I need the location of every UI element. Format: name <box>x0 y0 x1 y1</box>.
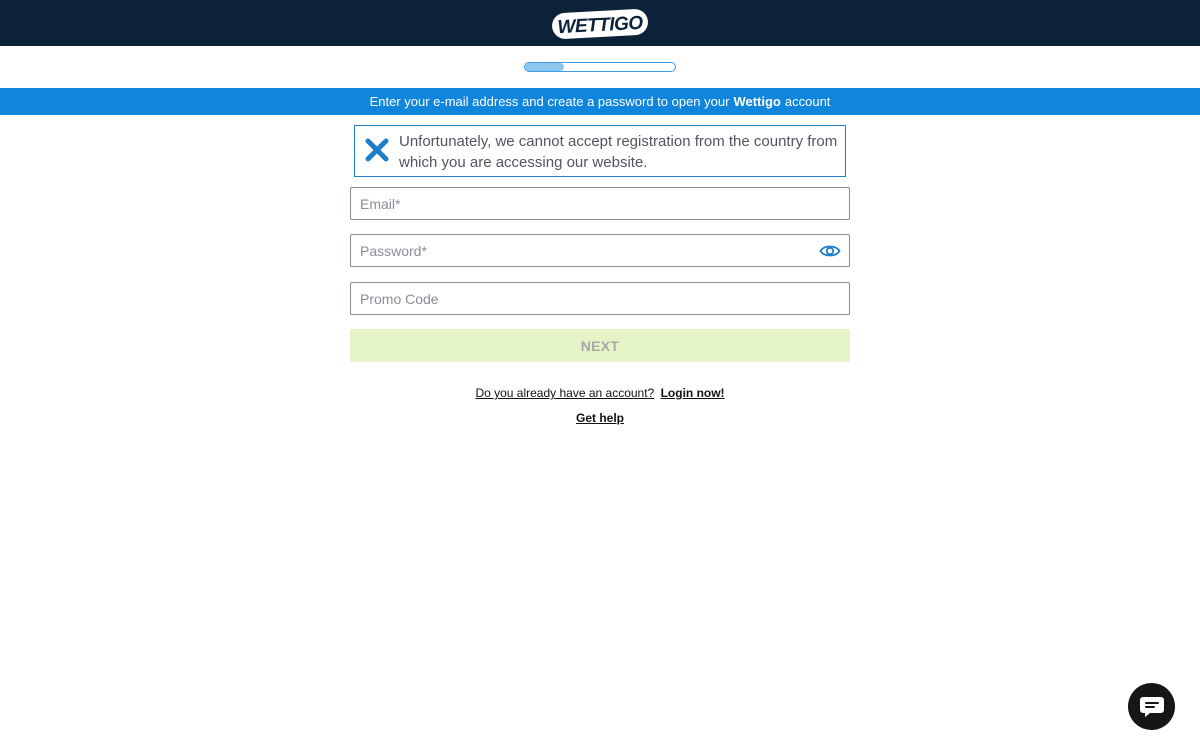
next-button[interactable]: NEXT <box>350 329 850 362</box>
login-prompt: Do you already have an account? Login no… <box>0 386 1200 400</box>
top-header: WETTIGO <box>0 0 1200 46</box>
promo-code-field <box>350 282 850 315</box>
get-help-link[interactable]: Get help <box>576 411 624 425</box>
eye-icon[interactable] <box>819 243 841 259</box>
chat-bubble-icon <box>1139 696 1164 717</box>
chat-button[interactable] <box>1128 683 1175 730</box>
email-field <box>350 187 850 220</box>
close-x-icon <box>365 138 389 162</box>
login-now-link[interactable]: Login now! <box>661 386 725 400</box>
svg-text:WETTIGO: WETTIGO <box>557 13 644 38</box>
registration-progress-bar <box>524 62 676 72</box>
info-banner: Enter your e-mail address and create a p… <box>0 88 1200 115</box>
info-text-after: account <box>784 94 831 109</box>
error-alert: Unfortunately, we cannot accept registra… <box>354 125 846 177</box>
error-message: Unfortunately, we cannot accept registra… <box>399 133 838 171</box>
login-question: Do you already have an account? <box>475 386 655 400</box>
promo-code-input[interactable] <box>351 283 849 314</box>
info-text-before: Enter your e-mail address and create a p… <box>369 94 730 109</box>
info-brand: Wettigo <box>733 94 781 109</box>
password-input[interactable] <box>351 235 849 266</box>
progress-fill <box>525 63 564 71</box>
wettigo-logo[interactable]: WETTIGO <box>550 8 650 40</box>
help-prompt: Get help <box>0 411 1200 425</box>
email-input[interactable] <box>351 188 849 219</box>
password-field <box>350 234 850 267</box>
